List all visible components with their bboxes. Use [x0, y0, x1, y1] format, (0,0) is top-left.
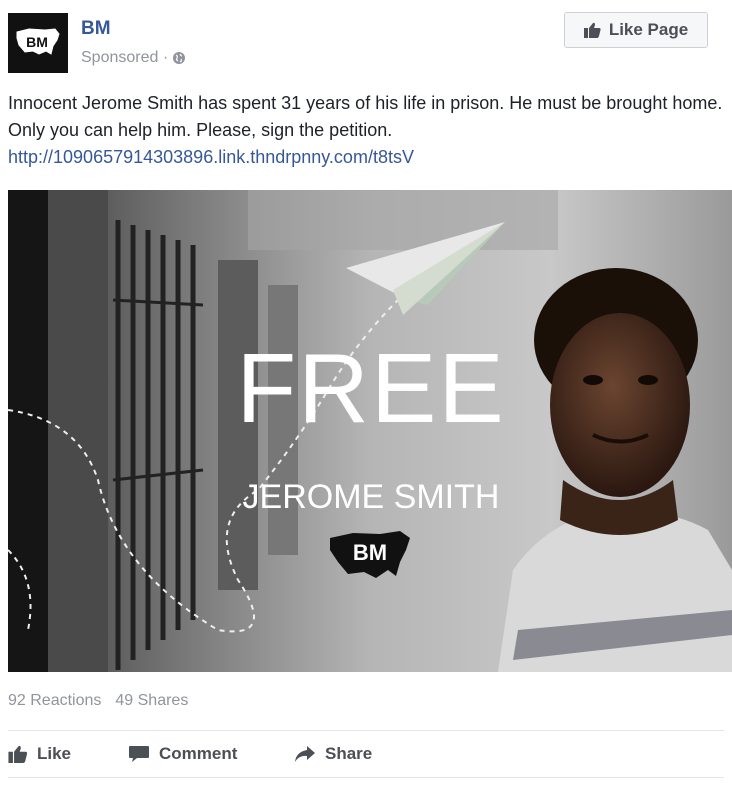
share-button[interactable]: Share	[294, 731, 372, 777]
post-link[interactable]: http://1090657914303896.link.thndrpnny.c…	[8, 147, 414, 167]
post-stats: 92 Reactions 49 Shares	[8, 692, 188, 710]
post-body: Innocent Jerome Smith has spent 31 years…	[8, 90, 724, 171]
comment-label: Comment	[159, 744, 238, 763]
post-header: BM BM Sponsored · Like Page	[0, 0, 732, 80]
campaign-image: FREE JEROME SMITH BM	[8, 190, 732, 672]
post-message: Innocent Jerome Smith has spent 31 years…	[8, 93, 723, 140]
bm-logo-icon: BM	[16, 28, 60, 55]
sponsored-label: Sponsored ·	[81, 49, 186, 67]
logo-text: BM	[26, 34, 48, 50]
like-label: Like	[37, 744, 72, 763]
shares-count[interactable]: 49 Shares	[115, 692, 188, 710]
globe-icon[interactable]	[172, 51, 186, 65]
page-avatar[interactable]: BM	[8, 13, 68, 73]
like-page-button[interactable]: Like Page	[564, 12, 708, 48]
headline-text: FREE	[236, 333, 505, 443]
comment-button[interactable]: Comment	[128, 731, 237, 777]
post-image[interactable]: FREE JEROME SMITH BM	[8, 190, 732, 672]
post-actions: Like Comment Share	[8, 730, 724, 778]
sponsored-text: Sponsored ·	[81, 49, 169, 66]
reactions-count[interactable]: 92 Reactions	[8, 692, 101, 710]
share-label: Share	[325, 744, 373, 763]
image-logo-text: BM	[353, 540, 387, 565]
comment-icon	[129, 746, 149, 762]
thumbs-up-icon	[8, 745, 28, 763]
subheadline-text: JEROME SMITH	[243, 478, 500, 516]
share-arrow-icon	[295, 746, 315, 762]
like-page-label: Like Page	[608, 20, 689, 39]
page-name-link[interactable]: BM	[81, 18, 111, 40]
thumbs-up-icon	[583, 22, 601, 38]
like-button[interactable]: Like	[8, 731, 71, 777]
